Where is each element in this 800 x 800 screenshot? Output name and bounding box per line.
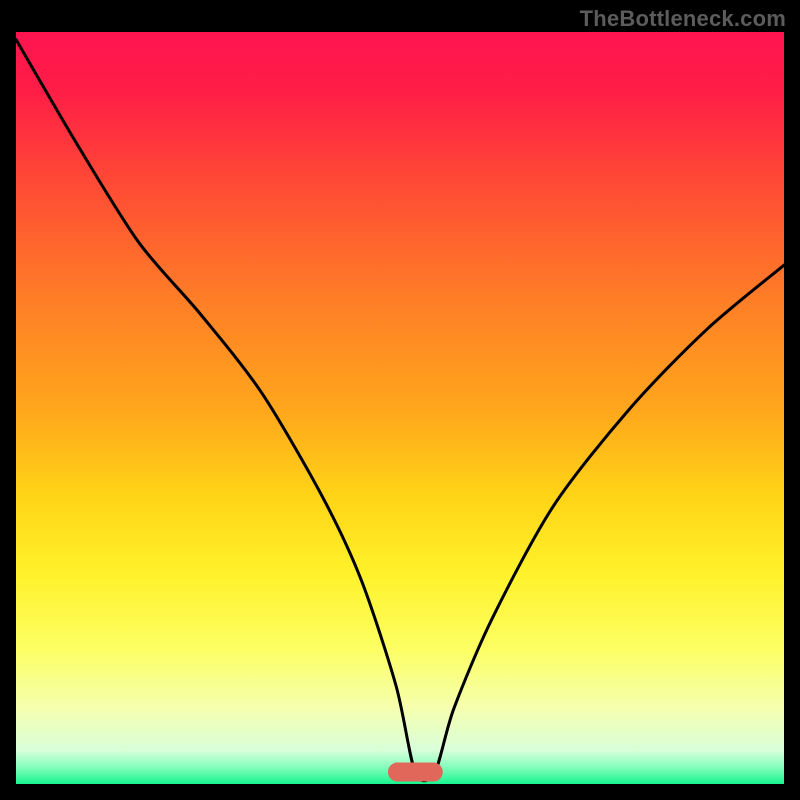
plot-area [16, 32, 784, 784]
bottleneck-chart [16, 32, 784, 784]
chart-frame: TheBottleneck.com [0, 0, 800, 800]
optimal-marker [388, 763, 442, 781]
attribution-text: TheBottleneck.com [580, 6, 786, 32]
gradient-background [16, 32, 784, 784]
